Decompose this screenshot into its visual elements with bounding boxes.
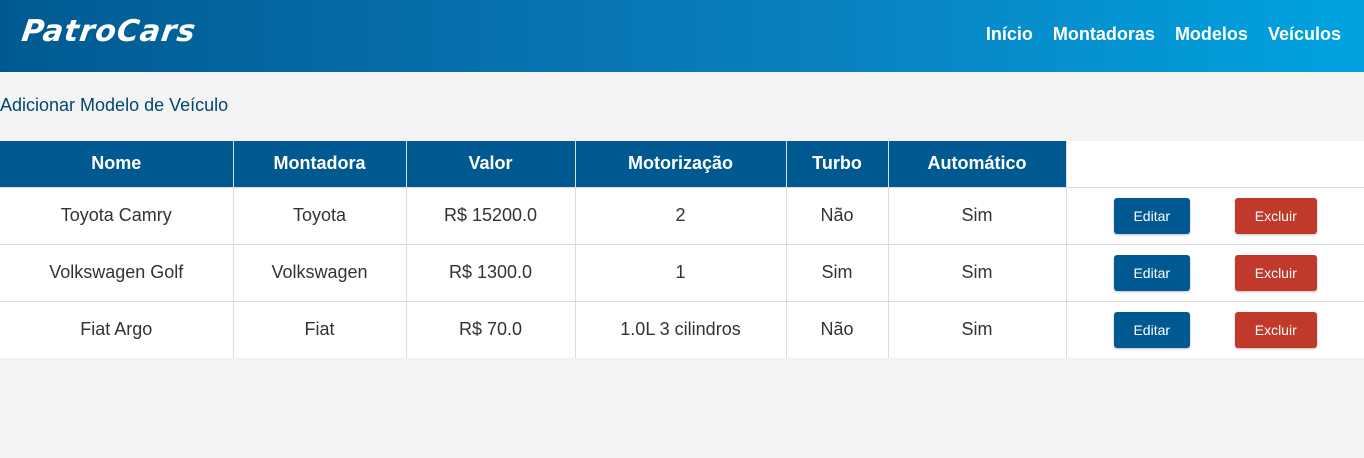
cell-nome: Fiat Argo (0, 300, 234, 358)
nav-link-veiculos[interactable]: Veículos (1268, 24, 1341, 45)
nav-link-inicio[interactable]: Início (986, 24, 1033, 45)
cell-motorizacao: 1.0L 3 cilindros (575, 300, 787, 358)
cell-valor: R$ 15200.0 (406, 186, 576, 244)
column-header-turbo: Turbo (786, 141, 889, 187)
delete-button[interactable]: Excluir (1234, 197, 1317, 234)
cell-actions: Editar Excluir (1066, 186, 1364, 244)
cell-nome: Volkswagen Golf (0, 243, 234, 301)
cell-valor: R$ 1300.0 (406, 243, 576, 301)
cell-motorizacao: 1 (575, 243, 787, 301)
column-header-nome: Nome (0, 141, 234, 187)
cell-actions: Editar Excluir (1066, 243, 1364, 301)
column-header-montadora: Montadora (233, 141, 407, 187)
models-table: Nome Montadora Valor Motorização Turbo A… (0, 141, 1364, 358)
table-row: Fiat Argo Fiat R$ 70.0 1.0L 3 cilindros … (0, 300, 1364, 358)
cell-montadora: Volkswagen (233, 243, 407, 301)
cell-montadora: Fiat (233, 300, 407, 358)
brand-logo[interactable]: PatroCars (20, 14, 199, 49)
cell-turbo: Não (786, 300, 889, 358)
cell-nome: Toyota Camry (0, 186, 234, 244)
column-header-actions (1066, 141, 1364, 187)
main-nav: Início Montadoras Modelos Veículos (986, 24, 1341, 45)
cell-montadora: Toyota (233, 186, 407, 244)
column-header-valor: Valor (406, 141, 576, 187)
top-navbar: PatroCars Início Montadoras Modelos Veíc… (0, 0, 1364, 72)
cell-turbo: Não (786, 186, 889, 244)
delete-button[interactable]: Excluir (1234, 254, 1317, 291)
cell-actions: Editar Excluir (1066, 300, 1364, 358)
edit-button[interactable]: Editar (1113, 197, 1190, 234)
table-row: Toyota Camry Toyota R$ 15200.0 2 Não Sim… (0, 186, 1364, 244)
cell-automatico: Sim (888, 243, 1067, 301)
delete-button[interactable]: Excluir (1234, 311, 1317, 348)
cell-motorizacao: 2 (575, 186, 787, 244)
edit-button[interactable]: Editar (1113, 311, 1190, 348)
add-model-link[interactable]: Adicionar Modelo de Veículo (0, 95, 228, 116)
cell-valor: R$ 70.0 (406, 300, 576, 358)
nav-link-montadoras[interactable]: Montadoras (1053, 24, 1155, 45)
nav-link-modelos[interactable]: Modelos (1175, 24, 1248, 45)
column-header-automatico: Automático (888, 141, 1067, 187)
cell-turbo: Sim (786, 243, 889, 301)
table-row: Volkswagen Golf Volkswagen R$ 1300.0 1 S… (0, 243, 1364, 301)
column-header-motorizacao: Motorização (575, 141, 787, 187)
cell-automatico: Sim (888, 186, 1067, 244)
edit-button[interactable]: Editar (1113, 254, 1190, 291)
cell-automatico: Sim (888, 300, 1067, 358)
table-header-row: Nome Montadora Valor Motorização Turbo A… (0, 141, 1364, 187)
